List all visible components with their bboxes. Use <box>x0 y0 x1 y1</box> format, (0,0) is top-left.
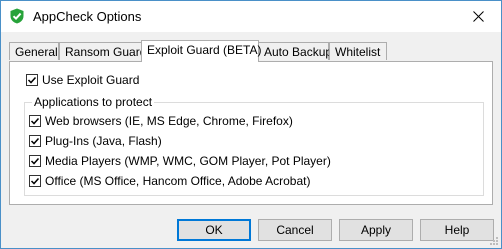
window-title: AppCheck Options <box>33 9 142 24</box>
tab-label: Auto Backup <box>264 45 333 59</box>
exploit-guard-panel: Use Exploit Guard Applications to protec… <box>9 61 493 205</box>
office-checkbox[interactable]: Office (MS Office, Hancom Office, Adobe … <box>29 174 310 188</box>
checkmark-icon <box>27 76 37 84</box>
web-browsers-label: Web browsers (IE, MS Edge, Chrome, Firef… <box>45 114 293 128</box>
tab-label: Ransom Guard <box>65 45 147 59</box>
checkmark-icon <box>30 137 40 145</box>
help-button[interactable]: Help <box>420 219 494 241</box>
ok-button[interactable]: OK <box>177 219 251 241</box>
plug-ins-label: Plug-Ins (Java, Flash) <box>45 134 162 148</box>
applications-group-label: Applications to protect <box>32 95 155 109</box>
checkbox-box[interactable] <box>29 135 41 147</box>
tab-label: Whitelist <box>335 45 381 59</box>
tab-auto-backup[interactable]: Auto Backup <box>258 42 333 60</box>
close-icon <box>472 11 484 22</box>
options-window: AppCheck Options General Ransom Guard Ex… <box>0 0 502 249</box>
cancel-button[interactable]: Cancel <box>258 219 332 241</box>
web-browsers-checkbox[interactable]: Web browsers (IE, MS Edge, Chrome, Firef… <box>29 114 293 128</box>
applications-group: Applications to protect Web browsers (IE… <box>24 95 484 196</box>
media-players-checkbox[interactable]: Media Players (WMP, WMC, GOM Player, Pot… <box>29 154 331 168</box>
appcheck-shield-icon <box>10 8 24 24</box>
office-label: Office (MS Office, Hancom Office, Adobe … <box>45 174 311 188</box>
apply-button[interactable]: Apply <box>339 219 413 241</box>
resize-grip-icon[interactable] <box>489 236 499 246</box>
checkmark-icon <box>30 117 40 125</box>
tab-exploit-guard[interactable]: Exploit Guard (BETA) <box>141 40 262 62</box>
checkmark-icon <box>30 177 40 185</box>
tab-label: General <box>15 45 58 59</box>
tab-label: Exploit Guard (BETA) <box>147 43 262 57</box>
checkbox-box[interactable] <box>29 155 41 167</box>
checkbox-box[interactable] <box>29 175 41 187</box>
checkmark-icon <box>30 157 40 165</box>
plug-ins-checkbox[interactable]: Plug-Ins (Java, Flash) <box>29 134 162 148</box>
use-exploit-guard-checkbox[interactable]: Use Exploit Guard <box>26 73 139 87</box>
title-bar[interactable]: AppCheck Options <box>1 1 501 32</box>
tab-whitelist[interactable]: Whitelist <box>329 42 387 60</box>
checkbox-box[interactable] <box>26 74 38 86</box>
use-exploit-guard-label: Use Exploit Guard <box>42 73 140 87</box>
checkbox-box[interactable] <box>29 115 41 127</box>
close-button[interactable] <box>455 1 501 32</box>
tab-ransom-guard[interactable]: Ransom Guard <box>59 42 147 60</box>
tab-general[interactable]: General <box>9 42 59 60</box>
media-players-label: Media Players (WMP, WMC, GOM Player, Pot… <box>45 154 331 168</box>
